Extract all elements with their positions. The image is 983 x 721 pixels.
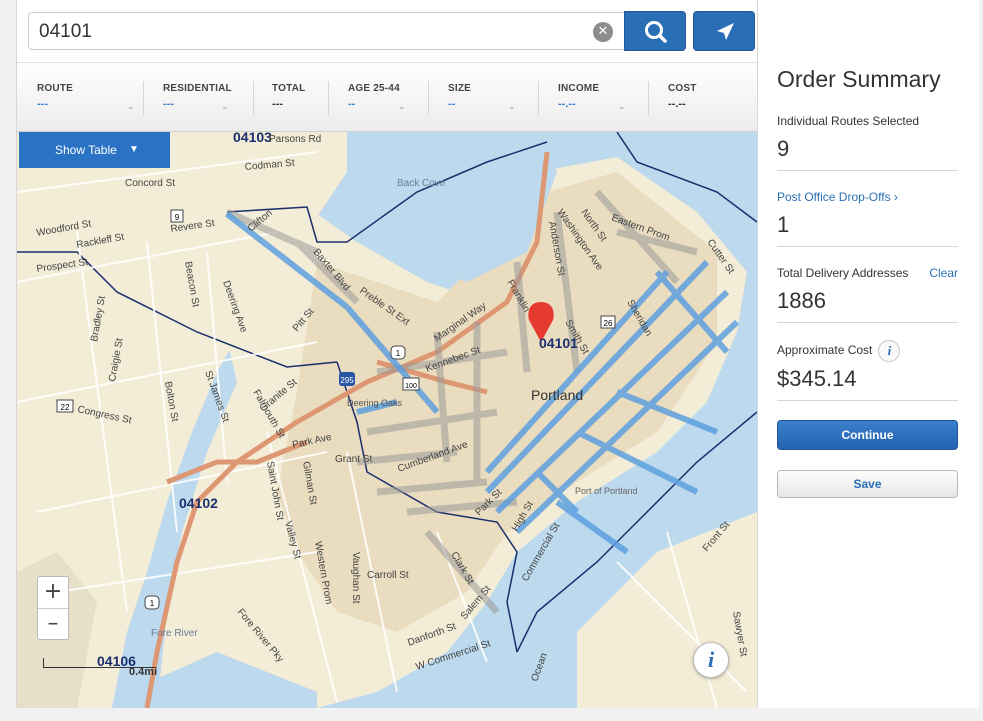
post-office-dropoffs-value: 1: [777, 212, 790, 237]
search-bar: ✕: [17, 0, 757, 62]
filter-value: ---: [163, 98, 174, 110]
total-delivery-addresses: Total Delivery Addresses Clear 1886: [777, 266, 958, 323]
show-table-label: Show Table: [55, 143, 117, 157]
svg-text:9: 9: [175, 213, 180, 222]
chevron-down-icon: ⌄: [221, 101, 229, 111]
approximate-cost-text: Approximate Cost: [777, 343, 873, 358]
approximate-cost-label: Approximate Cost i: [777, 340, 958, 362]
filter-value: --: [448, 98, 456, 110]
filter-cost: COST --.--: [668, 83, 748, 119]
filter-total: TOTAL ---: [272, 83, 332, 119]
place-label-deering-oaks: Deering Oaks: [347, 398, 403, 408]
divider: [253, 81, 254, 115]
zip-label-04103: 04103: [233, 132, 272, 145]
filter-value: --.--: [558, 98, 576, 110]
place-label-fore-river: Fore River: [151, 628, 198, 639]
land-southeast: [577, 512, 757, 708]
svg-text:22: 22: [61, 403, 70, 412]
show-table-button[interactable]: Show Table ▼: [19, 132, 170, 168]
clear-link[interactable]: Clear: [929, 266, 958, 280]
filter-label: INCOME: [558, 83, 600, 94]
routes-selected-label: Individual Routes Selected: [777, 114, 920, 128]
filter-label: SIZE: [448, 83, 472, 94]
locate-button[interactable]: [693, 11, 755, 51]
place-label-port: Port of Portland: [575, 486, 638, 496]
svg-text:26: 26: [604, 319, 613, 328]
route-shield-1: 1: [390, 345, 406, 360]
svg-text:295: 295: [340, 376, 354, 385]
divider: [538, 81, 539, 115]
chevron-down-icon: ▼: [129, 144, 139, 155]
place-label-portland: Portland: [531, 387, 583, 403]
filter-age[interactable]: AGE 25-44 -- ⌄: [348, 83, 428, 119]
divider: [648, 81, 649, 115]
location-arrow-icon: [717, 23, 734, 40]
routes-selected-value: 9: [777, 136, 790, 161]
filter-value: --: [348, 98, 356, 110]
filter-label: RESIDENTIAL: [163, 83, 232, 94]
search-icon: [645, 21, 667, 43]
total-delivery-addresses-value: 1886: [777, 288, 826, 313]
filter-value: ---: [37, 98, 48, 110]
search-input[interactable]: [39, 19, 579, 45]
zip-label-04102: 04102: [179, 495, 218, 511]
street-label: Concord St: [125, 178, 175, 189]
chevron-down-icon: ⌄: [508, 101, 516, 111]
order-summary-title: Order Summary: [777, 66, 941, 92]
svg-text:1: 1: [396, 349, 401, 358]
clear-icon[interactable]: ✕: [593, 22, 613, 42]
map-canvas: 295 1 1 9 22 26 100 04103 04101 04102 04…: [17, 132, 757, 708]
filter-income[interactable]: INCOME --.-- ⌄: [558, 83, 648, 119]
order-summary-panel: Order Summary Individual Routes Selected…: [757, 0, 979, 708]
chevron-down-icon: ⌄: [127, 101, 135, 111]
svg-text:100: 100: [405, 383, 417, 390]
continue-button[interactable]: Continue: [777, 420, 958, 450]
divider: [143, 81, 144, 115]
scale-label: 0.4mi: [129, 666, 158, 678]
filter-value: ---: [272, 98, 283, 110]
filter-residential[interactable]: RESIDENTIAL --- ⌄: [163, 83, 253, 119]
filter-header: ROUTE --- ⌄ RESIDENTIAL --- ⌄ TOTAL --- …: [17, 62, 757, 132]
approximate-cost-value: $345.14: [777, 366, 857, 391]
street-label: Parsons Rd: [269, 134, 321, 145]
filter-label: TOTAL: [272, 83, 306, 94]
street-label: Vaughan St: [350, 552, 361, 604]
route-shield-295: 295: [339, 372, 355, 386]
route-shield-9: 9: [170, 209, 184, 223]
chevron-down-icon: ⌄: [398, 101, 406, 111]
filter-label: ROUTE: [37, 83, 73, 94]
routes-selected: Individual Routes Selected 9: [777, 114, 958, 171]
post-office-dropoffs: Post Office Drop-Offs › 1: [777, 190, 958, 247]
app-window: ✕ ROUTE --- ⌄ RESIDENTIAL --- ⌄ TOTA: [16, 0, 979, 708]
save-button[interactable]: Save: [777, 470, 958, 498]
search-box: ✕: [28, 12, 626, 50]
divider: [428, 81, 429, 115]
street-label: Carroll St: [367, 570, 409, 581]
filter-label: AGE 25-44: [348, 83, 400, 94]
zoom-out-button[interactable]: –: [38, 608, 68, 639]
zoom-in-button[interactable]: +: [38, 577, 68, 608]
route-shield-26: 26: [600, 315, 616, 329]
map-view[interactable]: 295 1 1 9 22 26 100 04103 04101 04102 04…: [17, 132, 757, 708]
filter-route[interactable]: ROUTE --- ⌄: [37, 83, 137, 119]
info-icon[interactable]: i: [878, 340, 901, 362]
route-shield-1-south: 1: [144, 595, 160, 610]
divider: [328, 81, 329, 115]
street-label: Ocean: [529, 652, 549, 683]
search-button[interactable]: [624, 11, 686, 51]
filter-size[interactable]: SIZE -- ⌄: [448, 83, 538, 119]
route-shield-100: 100: [402, 377, 420, 391]
info-icon[interactable]: i: [693, 642, 729, 678]
filter-value: --.--: [668, 98, 686, 110]
street-label: Grant St: [335, 454, 372, 465]
post-office-dropoffs-link[interactable]: Post Office Drop-Offs ›: [777, 190, 958, 204]
chevron-down-icon: ⌄: [618, 101, 626, 111]
approximate-cost: Approximate Cost i $345.14: [777, 340, 958, 401]
filter-label: COST: [668, 83, 697, 94]
svg-text:1: 1: [150, 599, 155, 608]
route-shield-22: 22: [56, 399, 74, 413]
zoom-control: + –: [37, 576, 69, 640]
place-label-back-cove: Back Cove: [397, 178, 446, 189]
